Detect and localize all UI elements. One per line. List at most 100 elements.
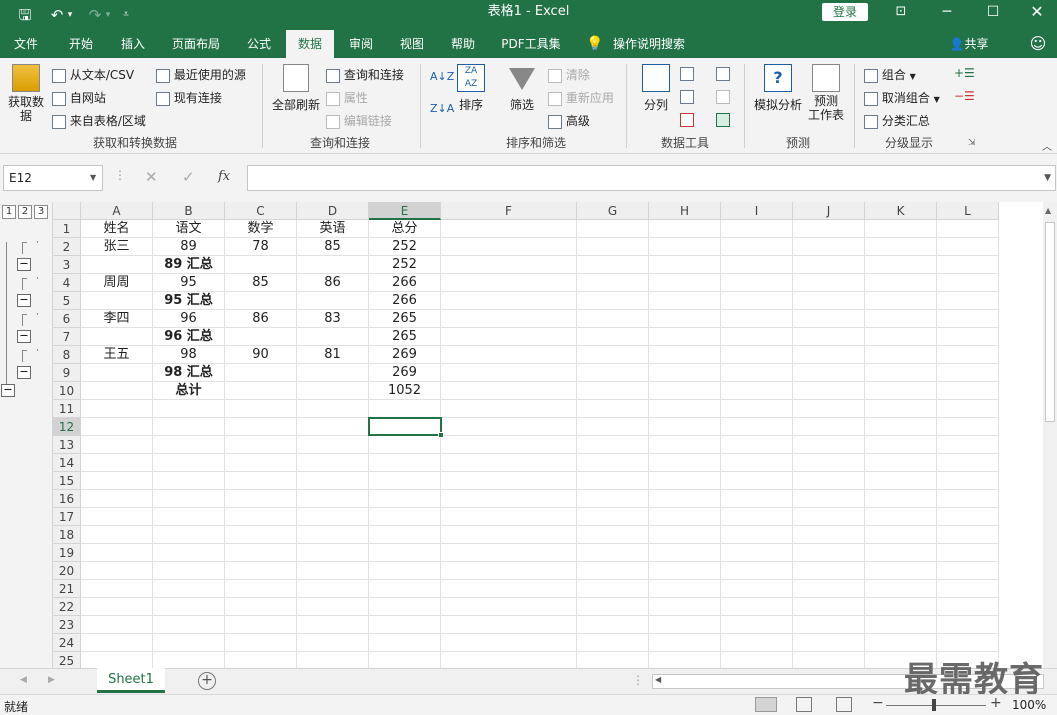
cell-f4[interactable] xyxy=(441,274,577,292)
cell-d1[interactable]: 英语 xyxy=(297,220,369,238)
row-header[interactable]: 21 xyxy=(53,580,81,598)
cell-a17[interactable] xyxy=(81,508,153,526)
cell-l21[interactable] xyxy=(937,580,999,598)
collapse-group-button[interactable]: − xyxy=(17,294,31,307)
queries-connections-button[interactable]: 查询和连接 xyxy=(326,66,404,83)
row-header[interactable]: 16 xyxy=(53,490,81,508)
row-header[interactable]: 23 xyxy=(53,616,81,634)
cell-g24[interactable] xyxy=(577,634,649,652)
name-box[interactable]: E12 ▼ xyxy=(3,165,103,191)
cell-i7[interactable] xyxy=(721,328,793,346)
cell-d24[interactable] xyxy=(297,634,369,652)
undo-dropdown-icon[interactable]: ▾ xyxy=(64,4,76,26)
cell-k8[interactable] xyxy=(865,346,937,364)
tab-review[interactable]: 审阅 xyxy=(338,30,384,58)
cell-g13[interactable] xyxy=(577,436,649,454)
cell-k22[interactable] xyxy=(865,598,937,616)
cell-h20[interactable] xyxy=(649,562,721,580)
next-sheet-icon[interactable]: ▶ xyxy=(48,675,55,685)
cell-a13[interactable] xyxy=(81,436,153,454)
cell-l10[interactable] xyxy=(937,382,999,400)
cell-i10[interactable] xyxy=(721,382,793,400)
maximize-button[interactable]: ☐ xyxy=(970,0,1016,26)
page-break-view-icon[interactable] xyxy=(836,697,852,712)
cell-d18[interactable] xyxy=(297,526,369,544)
column-header-a[interactable]: A xyxy=(81,202,153,220)
cell-i15[interactable] xyxy=(721,472,793,490)
collapse-group-button[interactable]: − xyxy=(17,258,31,271)
cell-k16[interactable] xyxy=(865,490,937,508)
cell-k7[interactable] xyxy=(865,328,937,346)
formula-bar-drag-handle[interactable]: ⋮ xyxy=(114,168,126,182)
cell-c7[interactable] xyxy=(225,328,297,346)
refresh-all-button[interactable]: 全部刷新 xyxy=(270,64,322,130)
cell-f22[interactable] xyxy=(441,598,577,616)
cell-j21[interactable] xyxy=(793,580,865,598)
cell-j3[interactable] xyxy=(793,256,865,274)
cell-j25[interactable] xyxy=(793,652,865,668)
cell-a25[interactable] xyxy=(81,652,153,668)
cell-l12[interactable] xyxy=(937,418,999,436)
zoom-out-button[interactable]: − xyxy=(872,695,884,711)
ribbon-display-options-icon[interactable]: ⊡ xyxy=(878,0,924,26)
cell-c21[interactable] xyxy=(225,580,297,598)
cell-c25[interactable] xyxy=(225,652,297,668)
cell-l23[interactable] xyxy=(937,616,999,634)
cell-k14[interactable] xyxy=(865,454,937,472)
column-header-f[interactable]: F xyxy=(441,202,577,220)
cell-c16[interactable] xyxy=(225,490,297,508)
cell-e1[interactable]: 总分 xyxy=(369,220,441,238)
cell-c3[interactable] xyxy=(225,256,297,274)
cell-g12[interactable] xyxy=(577,418,649,436)
cell-e3[interactable]: 252 xyxy=(369,256,441,274)
cell-b1[interactable]: 语文 xyxy=(153,220,225,238)
cell-j5[interactable] xyxy=(793,292,865,310)
cell-h9[interactable] xyxy=(649,364,721,382)
cell-g3[interactable] xyxy=(577,256,649,274)
cell-g1[interactable] xyxy=(577,220,649,238)
tab-pdf-tools[interactable]: PDF工具集 xyxy=(494,30,568,58)
cell-c23[interactable] xyxy=(225,616,297,634)
cell-e4[interactable]: 266 xyxy=(369,274,441,292)
cell-j23[interactable] xyxy=(793,616,865,634)
cell-i18[interactable] xyxy=(721,526,793,544)
cell-e6[interactable]: 265 xyxy=(369,310,441,328)
cell-j14[interactable] xyxy=(793,454,865,472)
row-header[interactable]: 1 xyxy=(53,220,81,238)
cell-g14[interactable] xyxy=(577,454,649,472)
row-header[interactable]: 4 xyxy=(53,274,81,292)
cell-e20[interactable] xyxy=(369,562,441,580)
existing-connections-button[interactable]: 现有连接 xyxy=(156,89,222,106)
cell-b19[interactable] xyxy=(153,544,225,562)
cell-i25[interactable] xyxy=(721,652,793,668)
cell-c4[interactable]: 85 xyxy=(225,274,297,292)
cell-c1[interactable]: 数学 xyxy=(225,220,297,238)
cell-l8[interactable] xyxy=(937,346,999,364)
cell-i9[interactable] xyxy=(721,364,793,382)
zoom-slider-thumb[interactable] xyxy=(932,699,936,711)
cell-d5[interactable] xyxy=(297,292,369,310)
sort-ascending-icon[interactable]: A↓Z xyxy=(430,70,454,83)
zoom-level[interactable]: 100% xyxy=(1012,698,1046,712)
tab-page-layout[interactable]: 页面布局 xyxy=(164,30,228,58)
cell-g4[interactable] xyxy=(577,274,649,292)
cell-i19[interactable] xyxy=(721,544,793,562)
add-sheet-button[interactable]: + xyxy=(198,672,216,690)
cell-k12[interactable] xyxy=(865,418,937,436)
cell-d17[interactable] xyxy=(297,508,369,526)
cell-b17[interactable] xyxy=(153,508,225,526)
cell-g10[interactable] xyxy=(577,382,649,400)
select-all-corner[interactable] xyxy=(53,202,81,220)
cell-a8[interactable]: 王五 xyxy=(81,346,153,364)
cell-d7[interactable] xyxy=(297,328,369,346)
column-header-j[interactable]: J xyxy=(793,202,865,220)
cell-j12[interactable] xyxy=(793,418,865,436)
cell-h5[interactable] xyxy=(649,292,721,310)
collapse-group-button[interactable]: − xyxy=(17,330,31,343)
minimize-button[interactable]: ─ xyxy=(924,0,970,26)
cell-h7[interactable] xyxy=(649,328,721,346)
cell-i13[interactable] xyxy=(721,436,793,454)
cell-k23[interactable] xyxy=(865,616,937,634)
group-button[interactable]: 组合 ▼ xyxy=(864,66,916,83)
cell-l13[interactable] xyxy=(937,436,999,454)
